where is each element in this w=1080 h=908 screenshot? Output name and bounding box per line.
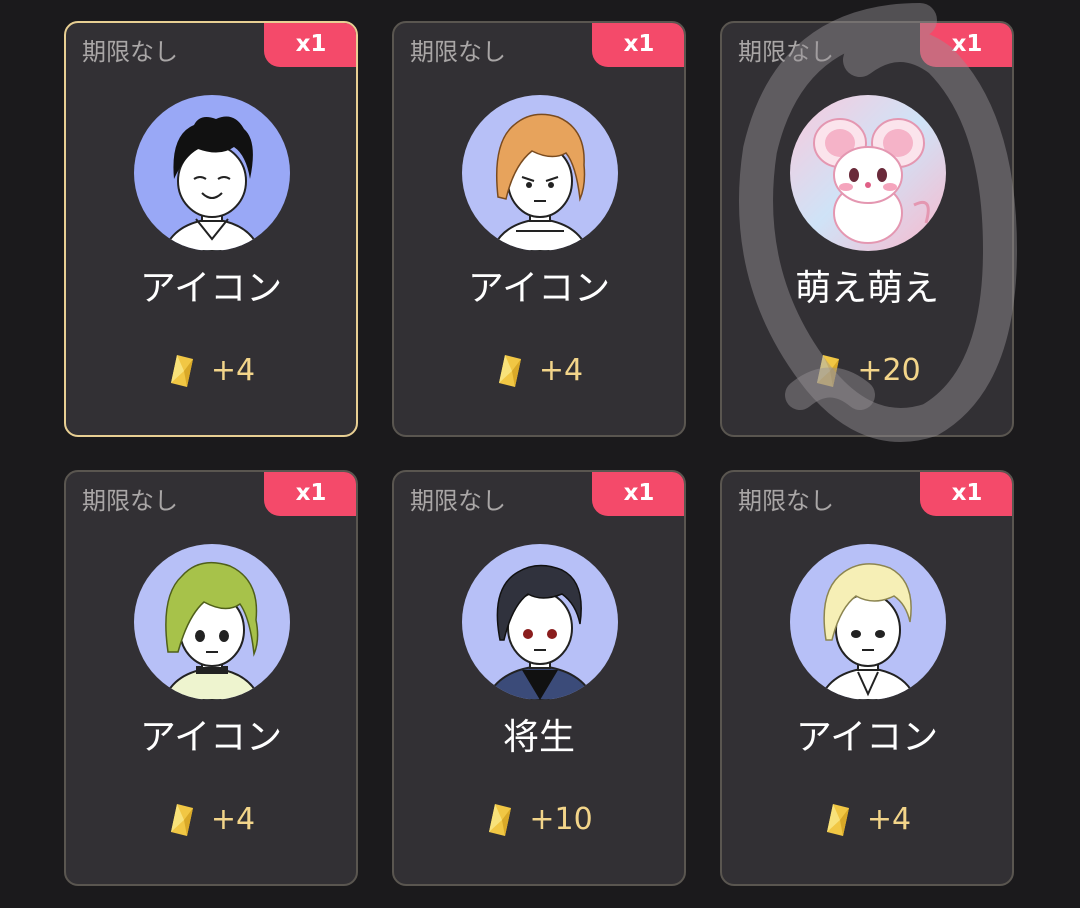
expiry-label: 期限なし [82, 38, 178, 66]
item-name: 将生 [502, 717, 575, 758]
item-name: アイコン [139, 268, 283, 309]
item-name: アイコン [795, 717, 939, 758]
reward-row: +20 [722, 353, 1012, 389]
quantity-badge: x1 [920, 23, 1012, 67]
expiry-label: 期限なし [410, 487, 506, 515]
gem-icon [498, 355, 521, 387]
avatar-blonde-hair-icon [790, 544, 946, 700]
gem-icon [170, 804, 193, 836]
reward-points: +20 [857, 353, 921, 388]
item-card[interactable]: 期限なし x1 将生 +10 [392, 470, 686, 886]
quantity-badge: x1 [264, 23, 356, 67]
quantity-badge: x1 [264, 472, 356, 516]
reward-points: +4 [866, 802, 912, 837]
item-name: 萌え萌え [794, 268, 939, 309]
reward-row: +4 [66, 353, 356, 389]
expiry-label: 期限なし [738, 487, 834, 515]
item-card[interactable]: 期限なし x1 アイコン +4 [392, 21, 686, 437]
quantity-badge: x1 [592, 23, 684, 67]
item-name: アイコン [467, 268, 611, 309]
reward-points: +4 [210, 802, 256, 837]
avatar-black-hair-icon [134, 95, 290, 251]
item-name: アイコン [139, 717, 283, 758]
reward-points: +4 [538, 353, 584, 388]
gem-icon [170, 355, 193, 387]
expiry-label: 期限なし [738, 38, 834, 66]
item-card[interactable]: 期限なし x1 アイコン +4 [64, 470, 358, 886]
avatar-dark-hair-icon [462, 544, 618, 700]
reward-row: +4 [722, 802, 1012, 838]
quantity-badge: x1 [592, 472, 684, 516]
reward-points: +10 [529, 802, 593, 837]
avatar-orange-hair-icon [462, 95, 618, 251]
gem-icon [826, 804, 849, 836]
expiry-label: 期限なし [82, 487, 178, 515]
reward-row: +10 [394, 802, 684, 838]
item-card[interactable]: 期限なし x1 萌え萌え +20 [720, 21, 1014, 437]
gem-icon [817, 355, 840, 387]
avatar-green-hair-icon [134, 544, 290, 700]
gem-icon [489, 804, 512, 836]
item-grid: 期限なし x1 アイコン +4 期限なし x1 アイコン +4 期限なし x1 … [0, 0, 1080, 908]
quantity-badge: x1 [920, 472, 1012, 516]
reward-points: +4 [210, 353, 256, 388]
reward-row: +4 [394, 353, 684, 389]
avatar-cute-mouse-icon [790, 95, 946, 251]
item-card[interactable]: 期限なし x1 アイコン +4 [64, 21, 358, 437]
expiry-label: 期限なし [410, 38, 506, 66]
item-card[interactable]: 期限なし x1 アイコン +4 [720, 470, 1014, 886]
reward-row: +4 [66, 802, 356, 838]
